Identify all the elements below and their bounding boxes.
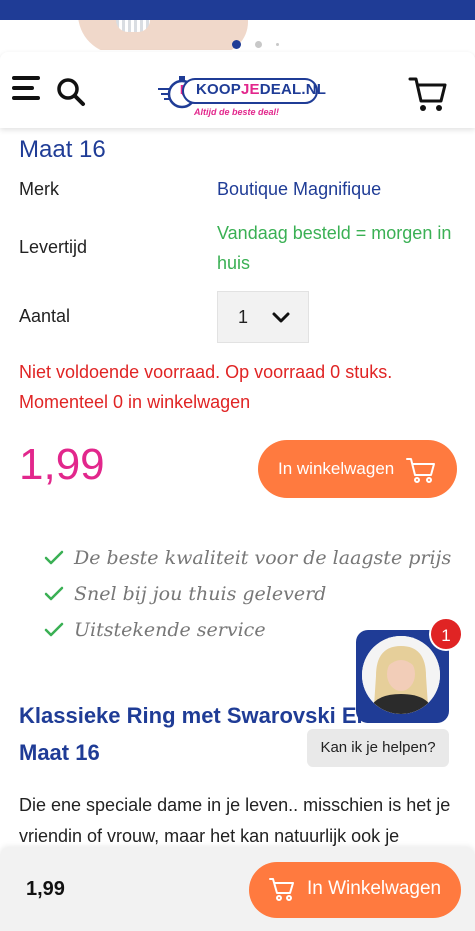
product-size-title: Maat 16 [19, 136, 106, 163]
sticky-add-to-cart-button[interactable]: In Winkelwagen [249, 862, 461, 918]
cart-icon [269, 878, 294, 901]
stock-warning: Niet voldoende voorraad. Op voorraad 0 s… [19, 362, 393, 412]
top-accent-bar [0, 0, 475, 20]
support-agent-avatar [362, 636, 440, 714]
carousel-dot[interactable] [255, 41, 262, 48]
menu-icon[interactable] [12, 76, 42, 104]
usp-text: De beste kwaliteit voor de laagste prijs [74, 547, 452, 569]
brand-label: Merk [19, 179, 59, 199]
usp-item: De beste kwaliteit voor de laagste prijs [44, 547, 451, 569]
sticky-price: 1,99 [26, 878, 65, 900]
chat-notification-badge: 1 [429, 617, 463, 651]
add-to-cart-label: In winkelwagen [278, 459, 395, 478]
usp-text: Uitstekende service [74, 619, 266, 641]
quantity-value: 1 [238, 307, 249, 327]
chat-prompt-bubble[interactable]: Kan ik je helpen? [307, 729, 449, 767]
carousel-dot-active[interactable] [232, 40, 241, 49]
cart-icon [406, 458, 435, 483]
sticky-cart-bar: 1,99 In Winkelwagen [0, 848, 475, 931]
product-title-line: Klassieke Ring met Swarovski Ele [19, 703, 375, 728]
logo-wordmark: KOOPJEDEAL.NL [196, 81, 327, 98]
cart-icon[interactable] [408, 74, 448, 114]
delivery-label: Levertijd [19, 237, 88, 257]
product-title: Klassieke Ring met Swarovski Ele Maat 16 [19, 697, 375, 771]
carousel-dot[interactable] [276, 43, 279, 46]
usp-item: Uitstekende service [44, 619, 266, 641]
carousel-dots [232, 40, 279, 49]
product-price: 1,99 [19, 440, 105, 489]
usp-text: Snel bij jou thuis geleverd [74, 583, 327, 605]
checkmark-icon [44, 586, 64, 601]
search-icon[interactable] [56, 77, 86, 107]
product-title-line: Maat 16 [19, 740, 100, 765]
usp-item: Snel bij jou thuis geleverd [44, 583, 326, 605]
brand-link[interactable]: Boutique Magnifique [217, 179, 381, 200]
chevron-down-icon [272, 312, 290, 323]
sticky-add-to-cart-label: In Winkelwagen [307, 878, 442, 899]
checkmark-icon [44, 550, 64, 565]
product-photo-hand [78, 20, 248, 50]
logo-slogan: Altijd de beste deal! [194, 107, 280, 117]
delivery-value: Vandaag besteld = morgen in huis [217, 223, 452, 273]
person-avatar-icon [362, 636, 440, 714]
site-logo[interactable]: KOOPJEDEAL.NL Altijd de beste deal! [142, 68, 326, 122]
product-description: Die ene speciale dame in je leven.. miss… [19, 795, 451, 846]
quantity-select[interactable]: 1 [217, 291, 309, 343]
quantity-label: Aantal [19, 306, 71, 326]
add-to-cart-button[interactable]: In winkelwagen [258, 440, 457, 498]
checkmark-icon [44, 622, 64, 637]
